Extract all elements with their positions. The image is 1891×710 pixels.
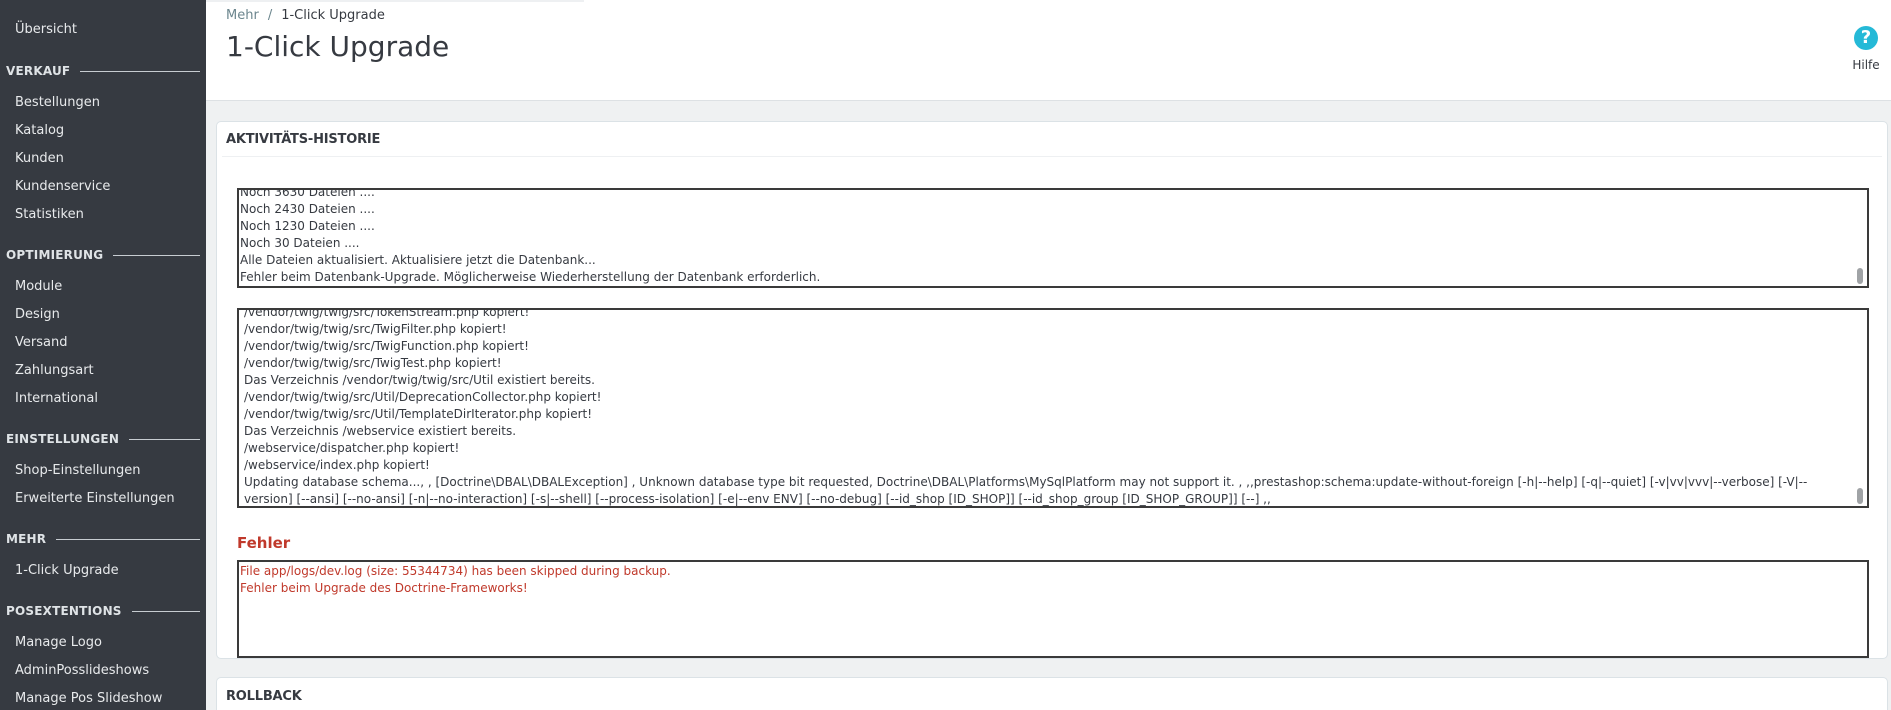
log-line: Noch 3630 Dateien .... — [240, 188, 375, 199]
error-log-textarea[interactable]: File app/logs/dev.log (size: 55344734) h… — [237, 560, 1869, 658]
sidebar-section-posextentions: POSEXTENTIONS — [6, 603, 200, 619]
log-line: /vendor/twig/twig/src/TokenStream.php ko… — [244, 308, 530, 319]
sidebar-section-mehr: MEHR — [6, 531, 200, 547]
help-label: Hilfe — [1852, 58, 1880, 72]
breadcrumb: Mehr / 1-Click Upgrade — [226, 8, 385, 23]
log-line: /vendor/twig/twig/src/TwigFilter.php kop… — [244, 322, 507, 336]
sidebar-item-overview[interactable]: Übersicht — [15, 22, 77, 37]
log-line: /webservice/index.php kopiert! — [244, 458, 430, 472]
section-divider — [56, 538, 200, 540]
help-button[interactable]: ? Hilfe — [1847, 26, 1885, 72]
sidebar-item-statistics[interactable]: Statistiken — [15, 207, 84, 222]
sidebar-item-manage-pos-slideshow[interactable]: Manage Pos Slideshow — [15, 691, 162, 706]
section-divider — [80, 70, 200, 72]
page-header: Mehr / 1-Click Upgrade 1-Click Upgrade ?… — [206, 0, 1891, 101]
detail-log-scrollbar[interactable] — [1855, 310, 1865, 506]
sidebar-item-catalog[interactable]: Katalog — [15, 123, 64, 138]
log-line: Updating database schema..., , [Doctrine… — [244, 475, 1808, 506]
activity-history-panel: AKTIVITÄTS-HISTORIE Noch 3630 Dateien ..… — [216, 121, 1888, 659]
log-line: Noch 1230 Dateien .... — [240, 219, 375, 233]
sidebar-item-modules[interactable]: Module — [15, 279, 62, 294]
error-line: File app/logs/dev.log (size: 55344734) h… — [240, 564, 671, 578]
scrollbar-thumb[interactable] — [1857, 488, 1863, 504]
log-line: /vendor/twig/twig/src/TwigTest.php kopie… — [244, 356, 502, 370]
sidebar: Übersicht VERKAUF Bestellungen Katalog K… — [0, 0, 206, 710]
sidebar-item-shipping[interactable]: Versand — [15, 335, 67, 350]
sidebar-item-shop-settings[interactable]: Shop-Einstellungen — [15, 463, 141, 478]
sidebar-section-title: POSEXTENTIONS — [6, 604, 122, 618]
breadcrumb-separator: / — [267, 8, 273, 23]
sidebar-section-verkauf: VERKAUF — [6, 63, 200, 79]
section-divider — [129, 438, 200, 440]
panel-heading: AKTIVITÄTS-HISTORIE — [226, 132, 381, 147]
sidebar-item-orders[interactable]: Bestellungen — [15, 95, 100, 110]
breadcrumb-current: 1-Click Upgrade — [281, 8, 385, 23]
sidebar-item-payment[interactable]: Zahlungsart — [15, 363, 94, 378]
sidebar-section-title: OPTIMIERUNG — [6, 248, 104, 262]
log-line: /vendor/twig/twig/src/TwigFunction.php k… — [244, 339, 529, 353]
section-divider — [131, 610, 200, 612]
error-line: Fehler beim Upgrade des Doctrine-Framewo… — [240, 581, 528, 595]
info-log-textarea[interactable]: Noch 3630 Dateien .... Noch 2430 Dateien… — [237, 188, 1869, 288]
log-line: Alle Dateien aktualisiert. Aktualisiere … — [240, 253, 596, 267]
sidebar-item-advanced-settings[interactable]: Erweiterte Einstellungen — [15, 491, 175, 506]
sidebar-item-customers[interactable]: Kunden — [15, 151, 64, 166]
top-edge-line — [206, 0, 584, 2]
scrollbar-thumb[interactable] — [1857, 268, 1863, 284]
breadcrumb-parent-link[interactable]: Mehr — [226, 8, 259, 23]
detail-log-content: /vendor/twig/twig/src/TokenStream.php ko… — [244, 308, 1839, 506]
section-divider — [113, 254, 200, 256]
sidebar-section-title: VERKAUF — [6, 64, 71, 78]
sidebar-section-title: EINSTELLUNGEN — [6, 432, 120, 446]
sidebar-section-einstellungen: EINSTELLUNGEN — [6, 431, 200, 447]
sidebar-section-title: MEHR — [6, 532, 47, 546]
sidebar-item-international[interactable]: International — [15, 391, 98, 406]
log-line: Fehler beim Datenbank-Upgrade. Möglicher… — [240, 270, 821, 284]
log-line: Das Verzeichnis /vendor/twig/twig/src/Ut… — [244, 373, 595, 387]
log-line: Das Verzeichnis /webservice existiert be… — [244, 424, 517, 438]
info-log-scrollbar[interactable] — [1855, 190, 1865, 286]
log-line: Noch 2430 Dateien .... — [240, 202, 375, 216]
sidebar-item-1-click-upgrade[interactable]: 1-Click Upgrade — [15, 563, 119, 578]
error-heading: Fehler — [237, 534, 291, 552]
help-icon: ? — [1854, 26, 1878, 50]
panel-heading: ROLLBACK — [226, 689, 302, 704]
log-line: /vendor/twig/twig/src/Util/TemplateDirIt… — [244, 407, 593, 421]
rollback-panel: ROLLBACK — [216, 677, 1888, 710]
log-line: /webservice/dispatcher.php kopiert! — [244, 441, 460, 455]
detail-log-textarea[interactable]: /vendor/twig/twig/src/TokenStream.php ko… — [237, 308, 1869, 508]
sidebar-item-manage-logo[interactable]: Manage Logo — [15, 635, 102, 650]
info-log-content: Noch 3630 Dateien .... Noch 2430 Dateien… — [240, 188, 1835, 286]
sidebar-item-design[interactable]: Design — [15, 307, 60, 322]
sidebar-item-admin-posslideshows[interactable]: AdminPosslideshows — [15, 663, 149, 678]
sidebar-item-customer-service[interactable]: Kundenservice — [15, 179, 110, 194]
main-content: AKTIVITÄTS-HISTORIE Noch 3630 Dateien ..… — [206, 101, 1891, 710]
page-title: 1-Click Upgrade — [226, 30, 450, 63]
log-line: /vendor/twig/twig/src/Util/DeprecationCo… — [244, 390, 602, 404]
panel-heading-divider — [222, 156, 1882, 157]
log-line: Noch 30 Dateien .... — [240, 236, 360, 250]
sidebar-section-optimierung: OPTIMIERUNG — [6, 247, 200, 263]
error-log-content: File app/logs/dev.log (size: 55344734) h… — [240, 563, 1835, 597]
